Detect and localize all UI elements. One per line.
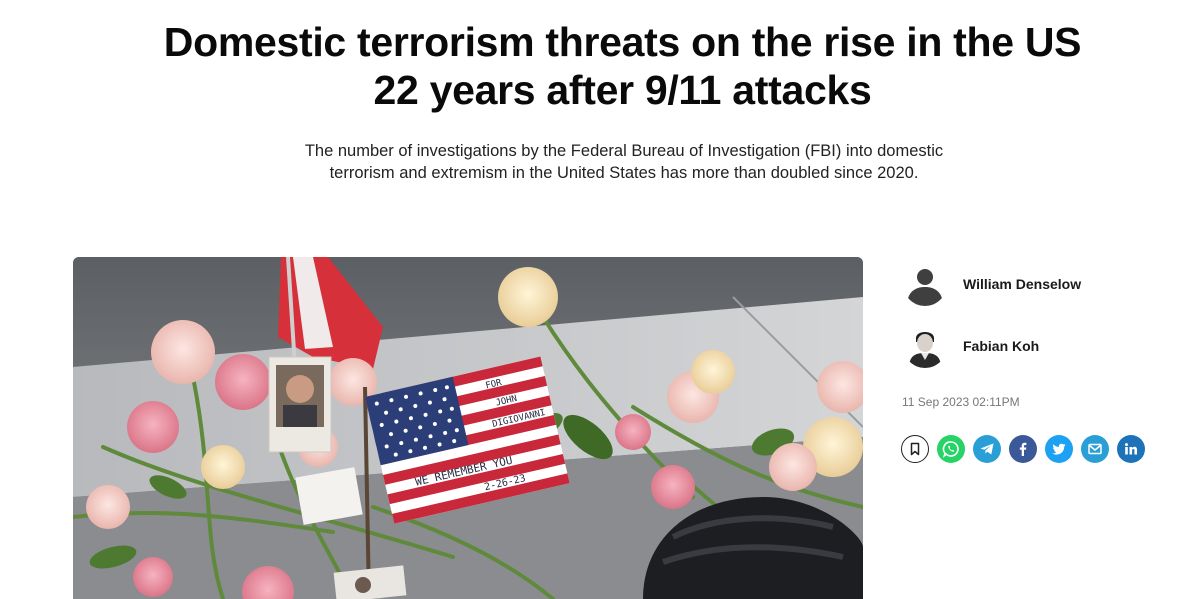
article-standfirst: The number of investigations by the Fede… (240, 140, 1008, 184)
facebook-icon (1019, 442, 1027, 456)
share-email-button[interactable] (1081, 435, 1109, 463)
email-icon (1088, 443, 1102, 455)
standfirst-line-2: terrorism and extremism in the United St… (329, 164, 919, 182)
bookmark-icon (910, 442, 920, 456)
article-headline: Domestic terrorism threats on the rise i… (100, 18, 1145, 114)
photo-avatar-icon (903, 324, 947, 368)
silhouette-avatar-icon (903, 262, 947, 306)
author-name[interactable]: Fabian Koh (963, 338, 1039, 354)
headline-line-1: Domestic terrorism threats on the rise i… (163, 19, 1082, 65)
share-linkedin-button[interactable] (1117, 435, 1145, 463)
author-name[interactable]: William Denselow (963, 276, 1081, 292)
author-fabian-koh[interactable]: Fabian Koh (903, 324, 1039, 368)
linkedin-icon (1125, 443, 1137, 455)
memorial-photo: FOR JOHN DIGIOVANNI WE REMEMBER YOU 2-26… (73, 257, 863, 599)
author-avatar[interactable] (903, 262, 947, 306)
whatsapp-icon (942, 441, 959, 458)
share-whatsapp-button[interactable] (937, 435, 965, 463)
telegram-icon (980, 443, 994, 455)
share-telegram-button[interactable] (973, 435, 1001, 463)
share-twitter-button[interactable] (1045, 435, 1073, 463)
twitter-icon (1052, 443, 1066, 455)
share-bar (901, 435, 1145, 463)
standfirst-line-1: The number of investigations by the Fede… (304, 142, 944, 160)
author-william-denselow[interactable]: William Denselow (903, 262, 1081, 306)
headline-line-2: 22 years after 9/11 attacks (373, 67, 872, 113)
publish-date: 11 Sep 2023 02:11PM (902, 395, 1020, 409)
author-avatar[interactable] (903, 324, 947, 368)
bookmark-button[interactable] (901, 435, 929, 463)
share-facebook-button[interactable] (1009, 435, 1037, 463)
hero-image[interactable]: FOR JOHN DIGIOVANNI WE REMEMBER YOU 2-26… (73, 257, 863, 599)
